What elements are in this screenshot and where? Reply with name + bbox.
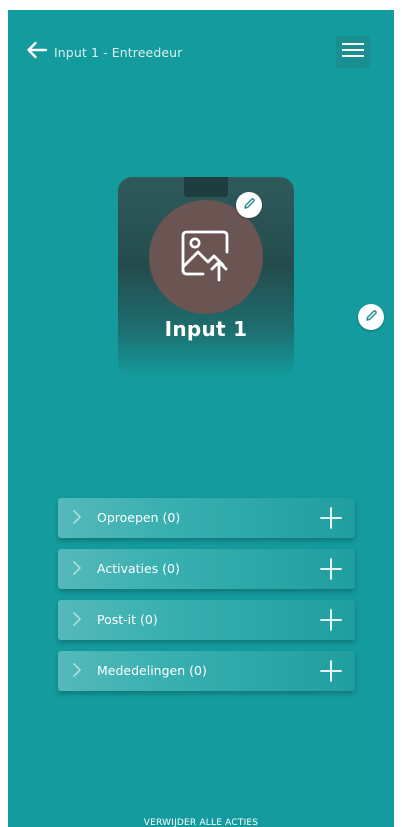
action-row-post-it[interactable]: Post-it (0) <box>58 600 355 640</box>
action-label: Mededelingen (0) <box>97 663 207 678</box>
action-row-oproepen[interactable]: Oproepen (0) <box>58 498 355 538</box>
add-icon[interactable] <box>320 660 342 686</box>
action-label: Post-it (0) <box>97 612 158 627</box>
input-card: Input 1 <box>118 177 294 377</box>
card-title: Input 1 <box>164 317 248 341</box>
action-label: Activaties (0) <box>97 561 180 576</box>
add-icon[interactable] <box>320 609 342 635</box>
card-notch <box>184 177 228 197</box>
actions-list: Oproepen (0) Activaties (0) Post-it (0) <box>58 498 355 702</box>
back-button[interactable]: Input 1 - Entreedeur <box>26 40 182 64</box>
arrow-left-icon <box>26 41 48 63</box>
chevron-right-icon <box>72 560 82 580</box>
delete-all-actions-link[interactable]: VERWIJDER ALLE ACTIES <box>8 818 394 827</box>
action-row-mededelingen[interactable]: Mededelingen (0) <box>58 651 355 691</box>
hamburger-menu-icon <box>342 42 364 62</box>
action-label: Oproepen (0) <box>97 510 181 525</box>
menu-button[interactable] <box>336 36 370 68</box>
top-bar: Input 1 - Entreedeur <box>8 10 394 90</box>
app-screen: Input 1 - Entreedeur Input 1 Oproepen (0… <box>8 10 394 827</box>
chevron-right-icon <box>72 509 82 529</box>
edit-title-button[interactable] <box>358 304 384 330</box>
image-upload-icon <box>177 226 235 288</box>
pencil-icon <box>364 308 378 327</box>
add-icon[interactable] <box>320 558 342 584</box>
pencil-icon <box>242 196 256 215</box>
add-icon[interactable] <box>320 507 342 533</box>
chevron-right-icon <box>72 611 82 631</box>
page-title: Input 1 - Entreedeur <box>54 44 183 60</box>
edit-image-button[interactable] <box>236 192 262 218</box>
action-row-activaties[interactable]: Activaties (0) <box>58 549 355 589</box>
chevron-right-icon <box>72 662 82 682</box>
